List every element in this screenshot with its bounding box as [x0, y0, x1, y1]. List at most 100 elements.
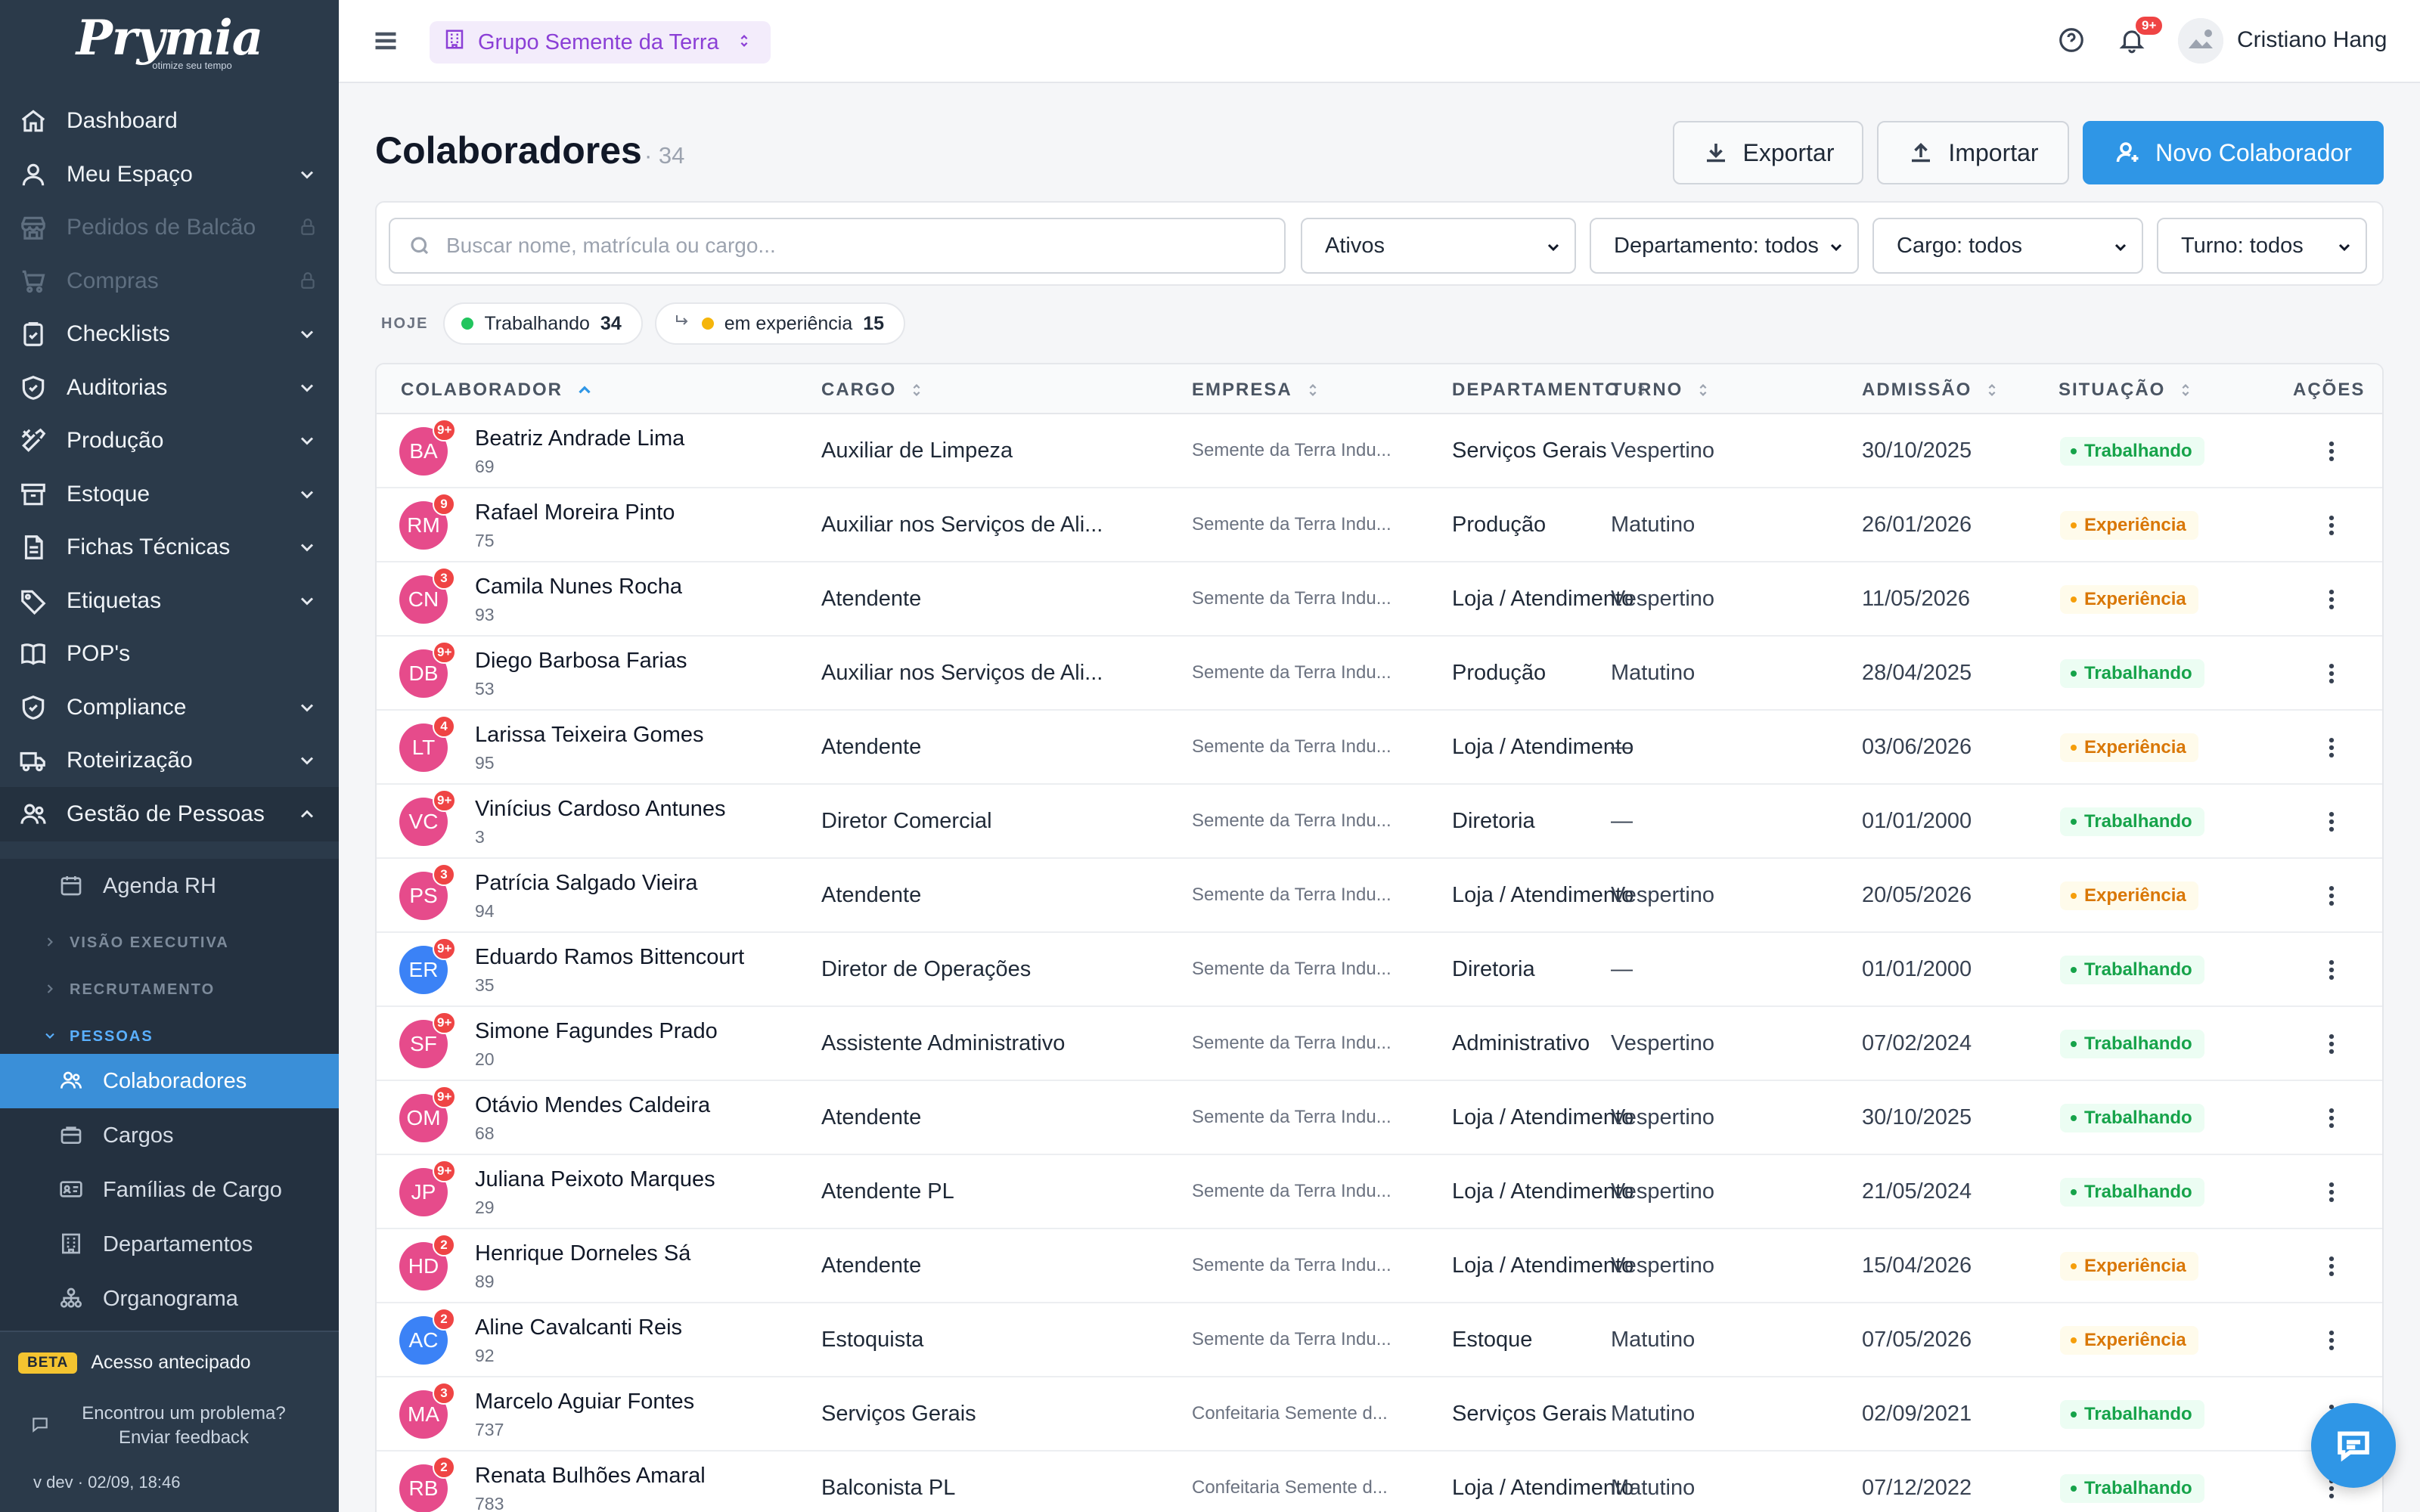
colaborador-departamento: Produção — [1452, 661, 1547, 685]
sidebar-item-producao[interactable]: Produção — [0, 414, 339, 468]
colaborador-name[interactable]: Vinícius Cardoso Antunes — [475, 797, 726, 822]
row-actions-icon[interactable] — [2320, 587, 2343, 612]
colaborador-name[interactable]: Otávio Mendes Caldeira — [475, 1093, 710, 1118]
table-row[interactable]: BA 9+ Beatriz Andrade Lima 69 Auxiliar de Li… — [377, 414, 2382, 488]
user-name[interactable]: Cristiano Hang — [2237, 27, 2387, 53]
sidebar-item-estoque[interactable]: Estoque — [0, 467, 339, 522]
sidebar-subitem-cargos[interactable]: Cargos — [0, 1108, 339, 1163]
sidebar-item-fichas-tecnicas[interactable]: Fichas Técnicas — [0, 520, 339, 575]
colaborador-name[interactable]: Larissa Teixeira Gomes — [475, 723, 703, 748]
colaborador-name[interactable]: Aline Cavalcanti Reis — [475, 1315, 682, 1340]
table-row[interactable]: HD 2 Henrique Dorneles Sá 89 Atendente Sement… — [377, 1229, 2382, 1303]
import-button[interactable]: Importar — [1877, 121, 2069, 184]
row-actions-icon[interactable] — [2320, 883, 2343, 909]
row-actions-icon[interactable] — [2320, 735, 2343, 761]
colaborador-name[interactable]: Patrícia Salgado Vieira — [475, 871, 697, 896]
status-filter-select[interactable]: Ativos — [1301, 218, 1576, 274]
row-actions-icon[interactable] — [2320, 1031, 2343, 1057]
colaborador-departamento: Loja / Atendimento — [1452, 1476, 1634, 1500]
brand-logo[interactable]: Prymia otimize seu tempo — [0, 0, 339, 85]
section-visao-executiva[interactable]: VISÃO EXECUTIVA — [0, 924, 339, 962]
colaborador-name[interactable]: Diego Barbosa Farias — [475, 649, 687, 674]
search-box[interactable] — [389, 218, 1286, 274]
sidebar-item-dashboard[interactable]: Dashboard — [0, 94, 339, 148]
row-actions-icon[interactable] — [2320, 513, 2343, 538]
sidebar-item-roteirizacao[interactable]: Roteirização — [0, 733, 339, 788]
table-row[interactable]: JP 9+ Juliana Peixoto Marques 29 Atendente P… — [377, 1155, 2382, 1229]
section-pessoas[interactable]: PESSOAS — [0, 1018, 339, 1055]
org-switcher[interactable]: Grupo Semente da Terra — [430, 21, 771, 64]
row-actions-icon[interactable] — [2320, 1105, 2343, 1131]
today-label: HOJE — [381, 314, 429, 332]
sidebar-item-etiquetas[interactable]: Etiquetas — [0, 574, 339, 628]
turno-filter-select[interactable]: Turno: todos — [2157, 218, 2367, 274]
col-header-colaborador[interactable]: COLABORADOR — [401, 380, 594, 401]
row-actions-icon[interactable] — [2320, 661, 2343, 686]
colaborador-name[interactable]: Rafael Moreira Pinto — [475, 500, 675, 525]
new-colaborador-button[interactable]: Novo Colaborador — [2083, 121, 2384, 184]
sidebar-item-label: Compliance — [67, 695, 187, 720]
chip-em-experiencia[interactable]: em experiência 15 — [654, 302, 906, 345]
chip-trabalhando[interactable]: Trabalhando 34 — [443, 302, 643, 345]
sort-icon — [2182, 383, 2189, 397]
status-dot — [2071, 671, 2077, 677]
colaborador-name[interactable]: Camila Nunes Rocha — [475, 575, 682, 600]
user-avatar[interactable] — [2178, 18, 2223, 64]
row-actions-icon[interactable] — [2320, 809, 2343, 835]
sidebar-item-compliance[interactable]: Compliance — [0, 680, 339, 735]
sidebar-subitem-agenda-rh[interactable]: Agenda RH — [0, 859, 339, 913]
col-header-empresa[interactable]: EMPRESA — [1192, 380, 1321, 401]
table-row[interactable]: RB 2 Renata Bulhões Amaral 783 Balconista PL… — [377, 1452, 2382, 1512]
colaborador-name[interactable]: Eduardo Ramos Bittencourt — [475, 945, 744, 970]
cargo-filter-select[interactable]: Cargo: todos — [1872, 218, 2143, 274]
export-button[interactable]: Exportar — [1673, 121, 1863, 184]
colaborador-name[interactable]: Juliana Peixoto Marques — [475, 1167, 715, 1192]
table-row[interactable]: MA 3 Marcelo Aguiar Fontes 737 Serviços Gera… — [377, 1377, 2382, 1452]
departamento-filter-select[interactable]: Departamento: todos — [1590, 218, 1859, 274]
sidebar-item-label: Fichas Técnicas — [67, 534, 231, 559]
table-row[interactable]: VC 9+ Vinícius Cardoso Antunes 3 Diretor Com… — [377, 785, 2382, 859]
table-row[interactable]: OM 9+ Otávio Mendes Caldeira 68 Atendente Sem… — [377, 1081, 2382, 1155]
row-actions-icon[interactable] — [2320, 957, 2343, 983]
col-header-situacao[interactable]: SITUAÇÃO — [2059, 380, 2194, 401]
col-header-admissao[interactable]: ADMISSÃO — [1862, 380, 2000, 401]
sidebar-item-pop-s[interactable]: POP's — [0, 627, 339, 681]
row-actions-icon[interactable] — [2320, 1253, 2343, 1279]
colaborador-name[interactable]: Marcelo Aguiar Fontes — [475, 1390, 694, 1414]
notifications-bell-icon[interactable]: 9+ — [2118, 15, 2164, 56]
row-actions-icon[interactable] — [2320, 1179, 2343, 1205]
chevron-down-icon — [296, 484, 318, 505]
table-row[interactable]: RM 9 Rafael Moreira Pinto 75 Auxiliar nos Se… — [377, 488, 2382, 562]
table-row[interactable]: ER 9+ Eduardo Ramos Bittencourt 35 Diretor d… — [377, 933, 2382, 1007]
table-row[interactable]: DB 9+ Diego Barbosa Farias 53 Auxiliar nos S… — [377, 637, 2382, 711]
feedback-link[interactable]: Encontrou um problema? Enviar feedback — [30, 1402, 318, 1450]
colaborador-name[interactable]: Beatriz Andrade Lima — [475, 426, 684, 451]
sidebar-subitem-familias-de-cargo[interactable]: Famílias de Cargo — [0, 1163, 339, 1217]
colaborador-name[interactable]: Simone Fagundes Prado — [475, 1019, 718, 1044]
help-icon[interactable] — [2057, 26, 2087, 56]
row-actions-icon[interactable] — [2320, 438, 2343, 464]
table-row[interactable]: PS 3 Patrícia Salgado Vieira 94 Atendente Sem… — [377, 859, 2382, 933]
sidebar-subitem-organograma[interactable]: Organograma — [0, 1272, 339, 1326]
sidebar-subitem-departamentos[interactable]: Departamentos — [0, 1217, 339, 1272]
table-row[interactable]: AC 2 Aline Cavalcanti Reis 92 Estoquista Seme… — [377, 1303, 2382, 1377]
table-row[interactable]: CN 3 Camila Nunes Rocha 93 Atendente Semente … — [377, 562, 2382, 637]
menu-toggle-icon[interactable] — [372, 27, 399, 54]
sidebar-item-meu-espaco[interactable]: Meu Espaço — [0, 147, 339, 202]
sidebar-item-gestao-de-pessoas[interactable]: Gestão de Pessoas — [0, 787, 339, 841]
col-header-turno[interactable]: TURNO — [1611, 380, 1711, 401]
col-header-cargo[interactable]: CARGO — [821, 380, 925, 401]
section-recrutamento[interactable]: RECRUTAMENTO — [0, 971, 339, 1009]
table-row[interactable]: LT 4 Larissa Teixeira Gomes 95 Atendente Seme… — [377, 711, 2382, 785]
search-input[interactable] — [446, 234, 1263, 258]
sidebar-subitem-colaboradores[interactable]: Colaboradores — [0, 1054, 339, 1108]
status-badge: Experiência — [2060, 733, 2198, 762]
table-row[interactable]: SF 9+ Simone Fagundes Prado 20 Assistente Ad… — [377, 1007, 2382, 1081]
colaborador-name[interactable]: Henrique Dorneles Sá — [475, 1241, 690, 1266]
colaborador-turno: Matutino — [1611, 1328, 1696, 1352]
row-actions-icon[interactable] — [2320, 1328, 2343, 1353]
colaborador-name[interactable]: Renata Bulhões Amaral — [475, 1464, 706, 1489]
sidebar-item-auditorias[interactable]: Auditorias — [0, 361, 339, 415]
chat-support-button[interactable] — [2311, 1403, 2396, 1488]
sidebar-item-checklists[interactable]: Checklists — [0, 307, 339, 361]
